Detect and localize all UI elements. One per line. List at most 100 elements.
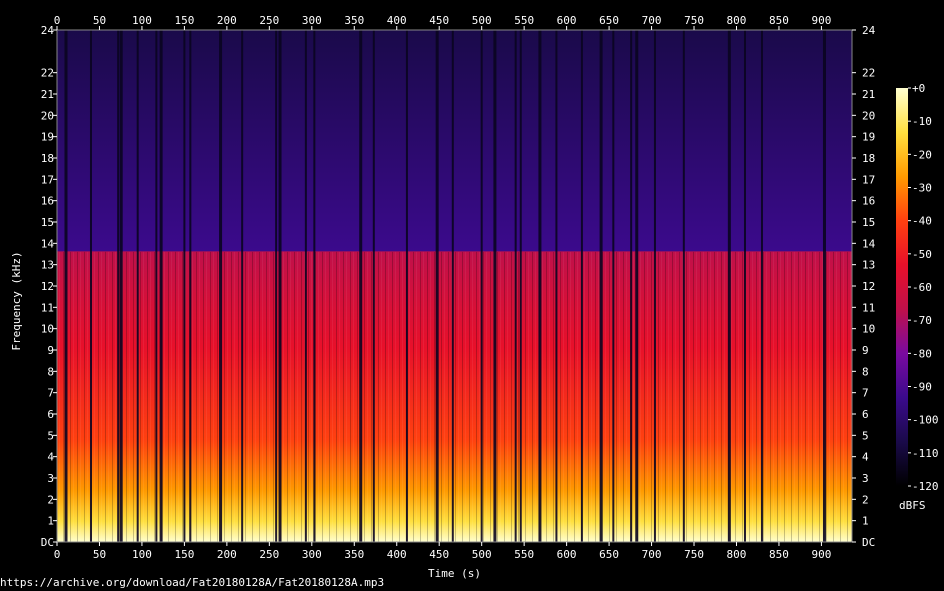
- x-tick-label-bottom: 600: [557, 548, 577, 561]
- y-tick-label-right: 22: [862, 67, 875, 80]
- x-tick-label-bottom: 650: [599, 548, 619, 561]
- colorbar-tick-label: -90: [912, 381, 932, 394]
- silence-gap: [183, 30, 186, 542]
- x-tick-label-bottom: 0: [54, 548, 61, 561]
- y-tick-label-left: 2: [47, 493, 54, 506]
- x-tick-label-top: 750: [684, 14, 704, 27]
- x-tick-label-top: 550: [514, 14, 534, 27]
- x-tick-label-bottom: 850: [769, 548, 789, 561]
- y-tick-label-left: 22: [41, 67, 54, 80]
- y-tick-label-right: 16: [862, 195, 875, 208]
- y-tick-label-left: 17: [41, 173, 54, 186]
- y-tick-label-left: DC: [41, 536, 54, 549]
- silence-gap: [822, 30, 826, 542]
- silence-gap: [278, 30, 282, 542]
- y-tick-label-right: 17: [862, 173, 875, 186]
- silence-gap: [635, 30, 639, 542]
- y-tick-label-right: 7: [862, 387, 869, 400]
- colorbar-tick-label: -50: [912, 248, 932, 261]
- silence-gap: [612, 30, 615, 542]
- x-tick-label-top: 350: [344, 14, 364, 27]
- x-tick-label-bottom: 800: [727, 548, 747, 561]
- silence-gap: [538, 30, 542, 542]
- x-tick-label-bottom: 450: [429, 548, 449, 561]
- x-tick-label-top: 200: [217, 14, 237, 27]
- y-tick-label-left: 18: [41, 152, 54, 165]
- colorbar-tick-label: -60: [912, 281, 932, 294]
- silence-gap: [682, 30, 685, 542]
- y-tick-label-left: 7: [47, 387, 54, 400]
- x-tick-label-bottom: 250: [259, 548, 279, 561]
- y-tick-label-left: 5: [47, 429, 54, 442]
- silence-gap: [580, 30, 583, 542]
- y-tick-label-right: 10: [862, 323, 875, 336]
- colorbar-scale: [896, 88, 908, 486]
- x-tick-label-bottom: 500: [472, 548, 492, 561]
- colorbar-tick-label: -80: [912, 347, 932, 360]
- colorbar: +0 -10 -20 -30 -40 -50 -60 -70 -80 -90 -100 -110 -12…: [896, 82, 939, 512]
- y-tick-label-left: 20: [41, 109, 54, 122]
- silence-gap: [155, 30, 158, 542]
- y-tick-label-right: 1: [862, 515, 869, 528]
- colorbar-tick-label: -110: [912, 447, 939, 460]
- y-tick-label-right: 11: [862, 301, 875, 314]
- y-tick-label-left: 21: [41, 88, 54, 101]
- y-tick-label-left: 19: [41, 131, 54, 144]
- y-tick-label-right: 20: [862, 109, 875, 122]
- y-tick-label-left: 8: [47, 365, 54, 378]
- y-tick-label-left: 11: [41, 301, 54, 314]
- x-tick-label-bottom: 300: [302, 548, 322, 561]
- y-tick-label-left: 4: [47, 451, 54, 464]
- silence-gap: [359, 30, 363, 542]
- x-tick-label-bottom: 50: [93, 548, 106, 561]
- silence-gap: [599, 30, 603, 542]
- colorbar-tick-label: -70: [912, 314, 932, 327]
- silence-gap: [451, 30, 454, 542]
- x-tick-label-top: 300: [302, 14, 322, 27]
- y-tick-label-right: 24: [862, 24, 876, 37]
- spectrum-texture: [57, 251, 852, 542]
- y-tick-label-right: 15: [862, 216, 875, 229]
- y-tick-label-left: 13: [41, 259, 54, 272]
- silence-gap: [304, 30, 307, 542]
- x-tick-label-top: 0: [54, 14, 61, 27]
- y-tick-label-right: 12: [862, 280, 875, 293]
- y-tick-label-left: 3: [47, 472, 54, 485]
- silence-gap: [555, 30, 558, 542]
- colorbar-tick-label: -120: [912, 480, 939, 493]
- y-tick-label-right: 4: [862, 451, 869, 464]
- y-tick-label-left: 10: [41, 323, 54, 336]
- colorbar-unit-label: dBFS: [899, 499, 926, 512]
- silence-gap: [480, 30, 483, 542]
- silence-gap: [743, 30, 746, 542]
- y-tick-label-left: 12: [41, 280, 54, 293]
- x-tick-label-top: 150: [174, 14, 194, 27]
- silence-gap: [275, 30, 278, 542]
- x-axis-label: Time (s): [428, 567, 481, 580]
- colorbar-tick-label: +0: [912, 82, 925, 95]
- y-tick-label-right: 19: [862, 131, 875, 144]
- colorbar-tick-label: -100: [912, 414, 939, 427]
- x-tick-label-top: 500: [472, 14, 492, 27]
- x-tick-label-bottom: 750: [684, 548, 704, 561]
- colorbar-tick-label: -40: [912, 215, 932, 228]
- silence-gap: [64, 30, 68, 542]
- silence-gap: [159, 30, 163, 542]
- x-tick-label-top: 700: [642, 14, 662, 27]
- y-tick-label-left: 14: [41, 237, 55, 250]
- x-tick-label-bottom: 700: [642, 548, 662, 561]
- x-tick-label-top: 650: [599, 14, 619, 27]
- y-tick-label-right: 2: [862, 493, 869, 506]
- y-tick-label-left: 16: [41, 195, 54, 208]
- x-tick-label-bottom: 900: [811, 548, 831, 561]
- y-tick-label-right: 13: [862, 259, 875, 272]
- x-tick-label-top: 900: [811, 14, 831, 27]
- x-tick-label-bottom: 350: [344, 548, 364, 561]
- spectrogram-chart: 0 0 50 50 100 100 150 150 200 200 250 250 300 300 350 3…: [10, 14, 939, 580]
- y-tick-label-left: 24: [41, 24, 55, 37]
- y-tick-label-right: DC: [862, 536, 875, 549]
- x-tick-label-top: 450: [429, 14, 449, 27]
- source-url-text: https://archive.org/download/Fat20180128…: [0, 576, 385, 589]
- silence-gap: [219, 30, 223, 542]
- silence-gap: [117, 30, 120, 542]
